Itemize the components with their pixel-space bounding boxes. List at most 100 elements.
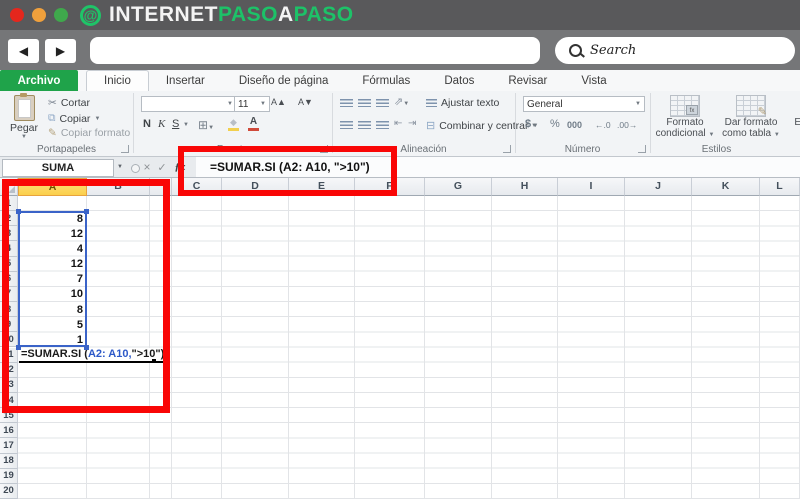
back-button[interactable]: ◀ — [8, 39, 39, 63]
font-color-button[interactable]: A — [248, 117, 259, 131]
cell-styles-button[interactable]: Estilos de celda — [786, 95, 800, 139]
cell-styles-label-2: celda — [786, 128, 800, 139]
borders-button[interactable]: ⊞▼ — [198, 118, 214, 132]
name-box-dropdown-icon[interactable]: ▼ — [113, 159, 127, 175]
grow-font-button[interactable]: A▲ — [271, 97, 286, 107]
tab-inicio[interactable]: Inicio — [86, 70, 149, 91]
cut-button[interactable]: ✂ Cortar — [48, 97, 90, 109]
tab-revisar[interactable]: Revisar — [491, 70, 564, 91]
gridline-vertical — [624, 196, 625, 499]
column-header-I[interactable]: I — [558, 178, 625, 196]
align-right-icon[interactable] — [376, 121, 389, 129]
align-left-icon[interactable] — [340, 121, 353, 129]
tab-datos[interactable]: Datos — [427, 70, 491, 91]
gridline-vertical — [424, 196, 425, 499]
forward-icon: ▶ — [55, 44, 66, 58]
column-header-K[interactable]: K — [692, 178, 760, 196]
conditional-formatting-button[interactable]: fx Formato condicional ▼ — [654, 95, 716, 141]
tab-insertar[interactable]: Insertar — [149, 70, 222, 91]
increase-indent-button[interactable]: ⇥ — [408, 118, 416, 129]
orientation-icon: ⇗ — [394, 96, 404, 108]
column-header-G[interactable]: G — [425, 178, 492, 196]
italic-button[interactable]: K — [158, 118, 165, 130]
underline-button[interactable]: S — [172, 118, 179, 130]
font-color-bar — [248, 128, 259, 131]
align-bottom-icon[interactable] — [376, 99, 389, 107]
cancel-button[interactable]: × — [140, 159, 154, 175]
format-as-table-icon: ✎ — [736, 95, 767, 118]
fill-color-button[interactable]: ◆ — [228, 117, 239, 131]
row-header-20[interactable]: 20 — [0, 483, 18, 499]
chevron-down-icon[interactable]: ▼ — [183, 122, 189, 128]
wrap-text-button[interactable]: Ajustar texto — [426, 97, 499, 109]
orientation-button[interactable]: ⇗▼ — [394, 95, 409, 108]
shrink-font-button[interactable]: A▼ — [298, 97, 313, 107]
gridline-vertical — [288, 196, 289, 499]
browser-toolbar: ◀ ▶ Search — [0, 30, 800, 70]
percent-button[interactable]: % — [550, 118, 560, 130]
title-bar: @ INTERNETPASOAPASO — [0, 0, 800, 30]
search-input[interactable]: Search — [555, 37, 795, 64]
group-label-number: Número — [564, 144, 601, 155]
paste-button[interactable]: Pegar ▼ — [6, 93, 42, 140]
brand-word: INTERNET — [109, 3, 218, 26]
close-window-icon[interactable] — [10, 8, 24, 22]
decrease-decimal-button[interactable]: .00→ — [617, 120, 637, 130]
align-top-icon[interactable] — [340, 99, 353, 107]
format-painter-button[interactable]: ✎ Copiar formato — [48, 127, 130, 139]
gridline-vertical — [491, 196, 492, 499]
align-middle-icon[interactable] — [358, 99, 371, 107]
group-clipboard: Pegar ▼ ✂ Cortar ⧉ Copiar ▼ ✎ Copiar for… — [0, 91, 133, 156]
chevron-down-icon: ▼ — [531, 123, 538, 129]
internetpasoapaso-logo-icon: @ — [80, 4, 101, 26]
gridline-vertical — [557, 196, 558, 499]
font-size-select[interactable]: 11 ▼ — [234, 96, 270, 112]
copy-button[interactable]: ⧉ Copiar ▼ — [48, 112, 100, 125]
format-painter-label: Copiar formato — [60, 127, 131, 139]
borders-icon: ⊞ — [198, 118, 209, 132]
cut-icon: ✂ — [48, 97, 57, 109]
align-center-icon[interactable] — [358, 121, 371, 129]
confirm-button[interactable]: ✓ — [155, 159, 169, 175]
tab-vista[interactable]: Vista — [564, 70, 623, 91]
column-header-L[interactable]: L — [760, 178, 800, 196]
dialog-launcher-icon[interactable] — [503, 145, 511, 153]
font-color-icon: A — [249, 116, 258, 127]
bold-button[interactable]: N — [143, 118, 151, 130]
forward-button[interactable]: ▶ — [45, 39, 76, 63]
row-header-16[interactable]: 16 — [0, 423, 18, 439]
cut-label: Cortar — [60, 97, 90, 109]
row-header-19[interactable]: 19 — [0, 468, 18, 484]
tab-archivo[interactable]: Archivo — [0, 70, 78, 91]
chevron-down-icon: ▼ — [708, 132, 715, 138]
row-header-18[interactable]: 18 — [0, 453, 18, 469]
currency-button[interactable]: $▼ — [525, 118, 537, 130]
font-name-select[interactable]: ▼ — [141, 96, 237, 112]
paste-icon — [13, 93, 35, 121]
number-format-select[interactable]: General ▼ — [523, 96, 645, 112]
chevron-down-icon: ▼ — [260, 101, 266, 107]
gridline-vertical — [759, 196, 760, 499]
tab-diseño-de-página[interactable]: Diseño de página — [222, 70, 346, 91]
dialog-launcher-icon[interactable] — [121, 145, 129, 153]
name-box[interactable]: SUMA — [2, 159, 114, 177]
address-bar[interactable] — [90, 37, 540, 64]
thousands-button[interactable]: 000 — [567, 120, 582, 130]
row-header-17[interactable]: 17 — [0, 438, 18, 454]
table-label-1: Dar formato — [724, 117, 778, 128]
chevron-down-icon: ▼ — [227, 101, 233, 107]
chevron-down-icon: ▼ — [635, 101, 641, 107]
fill-color-bar — [228, 128, 239, 131]
tab-fórmulas[interactable]: Fórmulas — [345, 70, 427, 91]
format-as-table-button[interactable]: ✎ Dar formato como tabla ▼ — [720, 95, 782, 141]
column-header-J[interactable]: J — [625, 178, 692, 196]
dialog-launcher-icon[interactable] — [638, 145, 646, 153]
minimize-window-icon[interactable] — [32, 8, 46, 22]
gridline-vertical — [354, 196, 355, 499]
decrease-indent-button[interactable]: ⇤ — [394, 118, 402, 129]
column-header-H[interactable]: H — [492, 178, 558, 196]
annotation-rectangle-data-range — [2, 179, 170, 413]
maximize-window-icon[interactable] — [54, 8, 68, 22]
increase-decimal-button[interactable]: ←.0 — [595, 120, 611, 130]
copy-label: Copiar — [59, 112, 91, 125]
